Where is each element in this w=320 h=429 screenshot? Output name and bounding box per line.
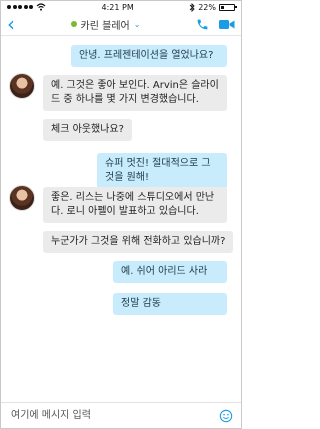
message-bubble-incoming: 누군가가 그것을 위해 전화하고 있습니까? <box>43 231 234 253</box>
message-list[interactable]: 안녕. 프레젠테이션을 열었나요? 예. 그것은 좋아 보인다. Arvin은 … <box>1 37 241 402</box>
message-input[interactable] <box>9 409 219 422</box>
status-time: 4:21 PM <box>101 2 134 12</box>
header-actions <box>196 18 235 31</box>
emoji-icon[interactable] <box>219 409 233 423</box>
contact-title[interactable]: 카린 블레어 ⌄ <box>70 17 141 32</box>
signal-icon <box>7 5 33 9</box>
composer-bar <box>1 402 241 428</box>
message-bubble-incoming: 체크 아웃했나요? <box>43 119 132 141</box>
bluetooth-icon <box>189 2 195 12</box>
signal-area <box>7 3 46 11</box>
message-bubble-outgoing: 정말 감동 <box>113 293 227 315</box>
chat-header: ‹ 카린 블레어 ⌄ <box>1 13 241 36</box>
message-bubble-outgoing: 슈퍼 멋진! 절대적으로 그것을 원해! <box>97 153 227 189</box>
message-bubble-outgoing: 안녕. 프레젠테이션을 열었나요? <box>71 45 227 67</box>
message-bubble-incoming: 예. 그것은 좋아 보인다. Arvin은 슬라이드 중 하나를 몇 가지 변경… <box>43 75 227 111</box>
contact-avatar[interactable] <box>9 185 35 211</box>
chevron-down-icon: ⌄ <box>133 19 141 29</box>
battery-percent: 22% <box>198 2 216 12</box>
presence-icon <box>70 21 77 27</box>
message-bubble-incoming: 좋은. 리스는 나중에 스튜디오에서 만난다. 로니 아펠이 발표하고 있습니다… <box>43 187 227 223</box>
phone-icon[interactable] <box>196 18 209 31</box>
battery-area: 22% <box>189 2 237 12</box>
battery-icon <box>218 3 237 11</box>
app-frame: 4:21 PM 22% ‹ 카린 블레어 ⌄ 안녕. 프레젠테이션을 열었나요?… <box>0 0 242 429</box>
contact-avatar[interactable] <box>9 73 35 99</box>
wifi-icon <box>36 3 46 11</box>
back-icon[interactable]: ‹ <box>7 14 15 34</box>
message-bubble-outgoing: 예. 쉬어 아리드 사라 <box>113 261 227 283</box>
contact-name: 카린 블레어 <box>80 20 130 32</box>
video-call-icon[interactable] <box>218 19 235 30</box>
status-bar: 4:21 PM 22% <box>1 1 241 13</box>
